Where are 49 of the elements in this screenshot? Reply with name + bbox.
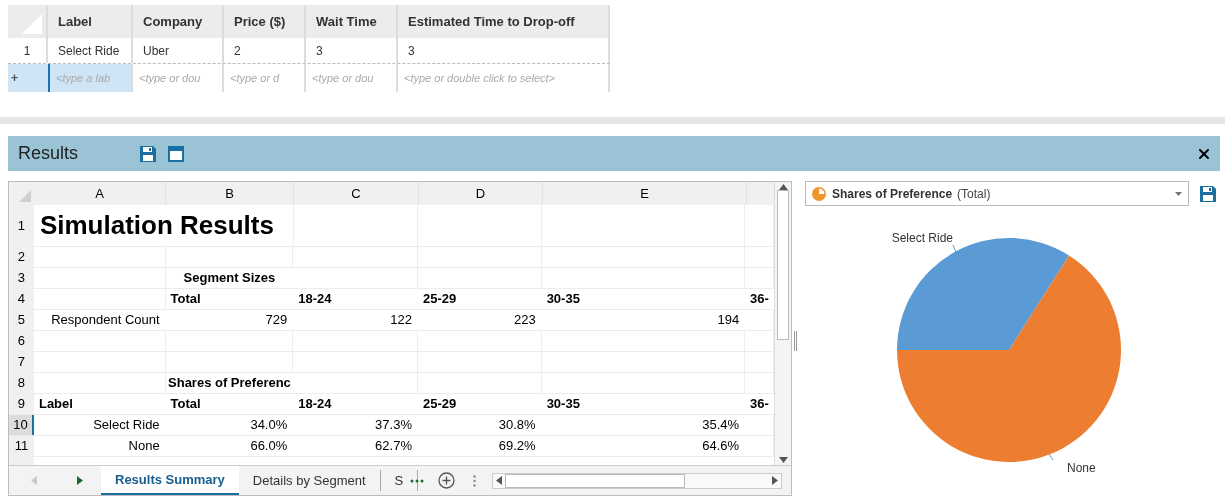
dropdown-caret-icon [1175, 191, 1182, 196]
row-number[interactable]: 1 [9, 205, 34, 246]
save-icon[interactable] [1199, 184, 1217, 203]
column-header[interactable]: Estimated Time to Drop-off [398, 5, 610, 38]
input-field[interactable]: <type a lab [48, 64, 131, 92]
column-header[interactable]: B [166, 182, 294, 205]
save-icon[interactable] [139, 144, 157, 163]
panel-title: Results [18, 142, 80, 165]
scroll-right-icon[interactable] [772, 476, 779, 485]
sheet-tab[interactable]: Results Summary [101, 466, 239, 495]
add-sheet-icon[interactable] [438, 472, 456, 489]
row-number[interactable]: 11 [9, 436, 34, 456]
row-number[interactable]: 7 [9, 352, 34, 372]
scroll-down-icon[interactable] [778, 457, 788, 463]
column-header[interactable]: D [419, 182, 543, 205]
row-number[interactable]: 8 [9, 373, 34, 393]
column-header[interactable]: C [294, 182, 419, 205]
vertical-scrollbar[interactable] [774, 182, 791, 465]
scroll-left-icon[interactable] [496, 476, 503, 485]
splitter-icon[interactable] [473, 474, 477, 487]
scroll-thumb[interactable] [505, 473, 686, 488]
selector-subtitle: (Total) [957, 185, 991, 203]
next-sheet-icon[interactable] [77, 476, 83, 485]
pie-chart-icon [812, 186, 826, 201]
row-number[interactable]: 2 [9, 247, 34, 267]
row-number[interactable]: 5 [9, 310, 34, 330]
row-number[interactable]: 3 [9, 268, 34, 288]
corner-icon [19, 190, 31, 202]
selector-title: Shares of Preference [832, 185, 953, 203]
row-number[interactable]: 9 [9, 394, 34, 414]
slice-label: Select Ride [891, 231, 953, 245]
row-number[interactable]: 6 [9, 331, 34, 351]
more-icon[interactable] [410, 478, 425, 483]
column-header[interactable]: A [34, 182, 166, 205]
column-header[interactable]: E [543, 182, 747, 205]
column-header[interactable]: Wait Time [306, 5, 398, 38]
add-row-marker: + [8, 64, 48, 92]
leader-line [1048, 453, 1054, 461]
scroll-thumb[interactable] [777, 190, 789, 340]
column-header[interactable]: Price ($) [224, 5, 306, 38]
row-number[interactable]: 4 [9, 289, 34, 309]
slice-label: None [1067, 461, 1096, 475]
column-header[interactable]: Label [48, 5, 133, 38]
sheet-tab[interactable]: Details by Segment [238, 470, 381, 491]
column-header[interactable]: Company [133, 5, 224, 38]
horizontal-scrollbar[interactable] [492, 472, 783, 489]
window-icon[interactable] [167, 144, 185, 163]
chart-selector[interactable]: Shares of Preference (Total) [805, 181, 1189, 206]
row-number[interactable]: 10 [9, 415, 34, 435]
